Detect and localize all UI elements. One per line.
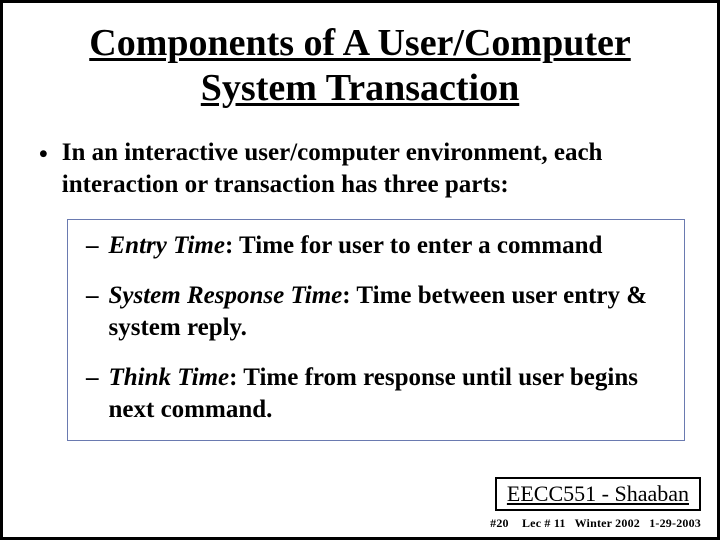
dash-icon: –	[86, 230, 99, 262]
dash-icon: –	[86, 362, 99, 426]
bullet-intro-text: In an interactive user/computer environm…	[62, 137, 677, 201]
footer-date: 1-29-2003	[649, 516, 701, 530]
slide-body: • In an interactive user/computer enviro…	[33, 137, 687, 441]
sub-bullet-label: Entry Time	[109, 232, 225, 259]
sub-bullet-text: System Response Time: Time between user …	[109, 280, 667, 344]
sub-bullet-label: System Response Time	[109, 282, 343, 309]
slide-frame: Components of A User/Computer System Tra…	[0, 0, 720, 540]
dash-icon: –	[86, 280, 99, 344]
sub-bullets-box: – Entry Time: Time for user to enter a c…	[67, 219, 685, 441]
bullet-dot-icon: •	[39, 137, 48, 201]
sub-bullet-text: Entry Time: Time for user to enter a com…	[109, 230, 603, 262]
sub-bullet-label: Think Time	[109, 364, 230, 391]
slide-title: Components of A User/Computer System Tra…	[43, 21, 677, 111]
sub-bullet-text: Think Time: Time from response until use…	[109, 362, 667, 426]
sub-bullet-desc: : Time for user to enter a command	[225, 232, 603, 259]
sub-bullet-entry-time: – Entry Time: Time for user to enter a c…	[86, 230, 666, 262]
footer-meta: #20 Lec # 11 Winter 2002 1-29-2003	[490, 516, 701, 531]
footer-slide-number: #20	[490, 516, 509, 530]
sub-bullet-think-time: – Think Time: Time from response until u…	[86, 362, 666, 426]
sub-bullet-system-response-time: – System Response Time: Time between use…	[86, 280, 666, 344]
footer-course-box: EECC551 - Shaaban	[495, 477, 701, 511]
bullet-intro: • In an interactive user/computer enviro…	[33, 137, 687, 201]
footer-lecture: Lec # 11	[522, 516, 566, 530]
footer-term: Winter 2002	[575, 516, 640, 530]
